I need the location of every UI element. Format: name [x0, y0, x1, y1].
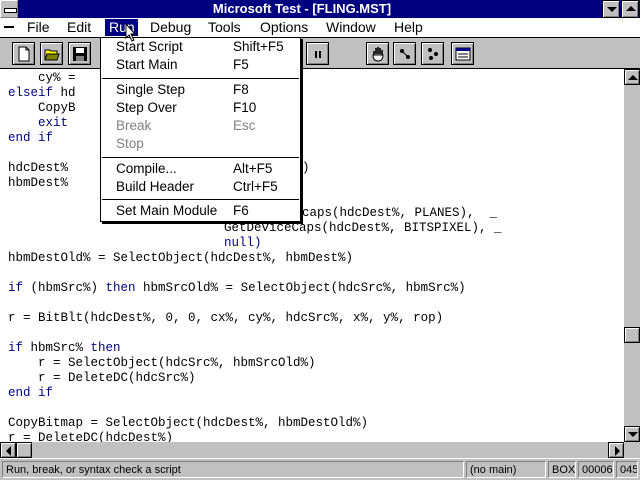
code-line: r = BitBlt(hdcDest%, 0, 0, cx%, cy%, hdc…: [8, 311, 444, 325]
status-bar: Run, break, or syntax check a script (no…: [0, 458, 640, 480]
scrollbar-corner: [624, 442, 640, 458]
menu-single-step[interactable]: Single Step F8: [101, 81, 300, 99]
menu-stop: Stop: [116, 136, 144, 151]
code-line: r = DeleteDC(hdcDest%): [8, 431, 174, 442]
watch-window-button[interactable]: [451, 42, 474, 65]
maximize-button[interactable]: [621, 0, 639, 18]
code-line: r = SelectObject(hdcSrc%, hbmSrcOld%): [8, 356, 316, 370]
menu-options[interactable]: Options: [260, 19, 308, 36]
step-over-icon: [428, 48, 438, 60]
menu-tools[interactable]: Tools: [208, 19, 241, 36]
horizontal-scroll-thumb[interactable]: [16, 442, 32, 458]
document-menu-icon: [4, 26, 14, 28]
menu-edit[interactable]: Edit: [67, 19, 91, 36]
menu-window[interactable]: Window: [326, 19, 376, 36]
single-step-button[interactable]: [393, 42, 416, 65]
menu-step-over[interactable]: Step Over F10: [101, 99, 300, 117]
menu-separator: [102, 157, 299, 158]
status-line: 00006: [578, 461, 614, 478]
save-button[interactable]: [68, 42, 91, 65]
watch-window-icon: [455, 47, 471, 61]
menu-compile[interactable]: Compile... Alt+F5: [101, 160, 300, 178]
title-bar: Microsoft Test - [FLING.MST]: [0, 0, 640, 18]
scroll-right-button[interactable]: [608, 442, 624, 458]
scroll-left-icon: [6, 446, 11, 456]
pause-button[interactable]: [306, 42, 329, 65]
scroll-down-icon: [628, 432, 638, 437]
status-message: Run, break, or syntax check a script: [2, 461, 464, 478]
minimize-icon: [607, 7, 617, 12]
mouse-pointer-icon: [125, 23, 137, 42]
window-title: Microsoft Test - [FLING.MST]: [212, 1, 392, 16]
status-column: 045: [616, 461, 638, 478]
menu-break: Break Esc: [116, 118, 256, 133]
code-fragment-null: null): [224, 236, 262, 250]
minimize-button[interactable]: [602, 0, 620, 18]
vertical-scroll-thumb[interactable]: [624, 327, 640, 343]
code-fragment-planes: caps(hdcDest%, PLANES), _: [302, 206, 498, 220]
pause-icon: [315, 51, 321, 58]
menu-file[interactable]: File: [27, 19, 50, 36]
toolbar: [0, 39, 640, 69]
code-line: r = DeleteDC(hdcSrc%): [8, 371, 196, 385]
menu-help[interactable]: Help: [394, 19, 423, 36]
menu-debug[interactable]: Debug: [150, 19, 191, 36]
code-line: end if: [8, 386, 54, 400]
code-fragment-bitspixel: GetDeviceCaps(hdcDest%, BITSPIXEL), _: [224, 221, 502, 235]
status-mode: BOX: [548, 461, 576, 478]
code-line: if hbmSrc% then: [8, 341, 121, 355]
document-system-menu-button[interactable]: [0, 18, 18, 37]
menu-separator: [102, 199, 299, 200]
code-line: CopyBitmap = SelectObject(hdcDest%, hbmD…: [8, 416, 369, 430]
new-file-icon: [18, 46, 30, 62]
code-editor[interactable]: cy% = elseif hd CopyB exit end if hdcDes…: [0, 69, 624, 442]
step-icon: [400, 49, 410, 59]
menu-bar: File Edit Run Debug Tools Options Window…: [0, 18, 640, 38]
maximize-icon: [626, 6, 636, 11]
scroll-down-button[interactable]: [624, 426, 640, 442]
break-button[interactable]: [366, 42, 389, 65]
horizontal-scrollbar[interactable]: [0, 442, 624, 458]
open-folder-icon: [44, 49, 60, 61]
hand-stop-icon: [372, 47, 384, 62]
step-over-button[interactable]: [421, 42, 444, 65]
vertical-scrollbar[interactable]: [624, 69, 640, 442]
new-file-button[interactable]: [12, 42, 35, 65]
code-fragment-paren: ): [302, 161, 310, 175]
run-menu-dropdown: Start Script Shift+F5 Start Main F5 Single…: [100, 37, 301, 222]
open-file-button[interactable]: [40, 42, 63, 65]
status-main-module: (no main): [466, 461, 546, 478]
scroll-left-button[interactable]: [0, 442, 16, 458]
scroll-right-icon: [615, 446, 620, 456]
menu-separator: [102, 78, 299, 79]
menu-build-header[interactable]: Build Header Ctrl+F5: [101, 178, 300, 196]
code-line: if (hbmSrc%) then hbmSrcOld% = SelectObj…: [8, 281, 466, 295]
scroll-up-button[interactable]: [624, 69, 640, 85]
menu-set-main-module[interactable]: Set Main Module F6: [101, 202, 300, 220]
save-disk-icon: [73, 47, 87, 61]
code-line: hbmDestOld% = SelectObject(hdcDest%, hbm…: [8, 251, 354, 265]
scroll-up-icon: [628, 75, 638, 80]
menu-start-main[interactable]: Start Main F5: [101, 56, 300, 74]
